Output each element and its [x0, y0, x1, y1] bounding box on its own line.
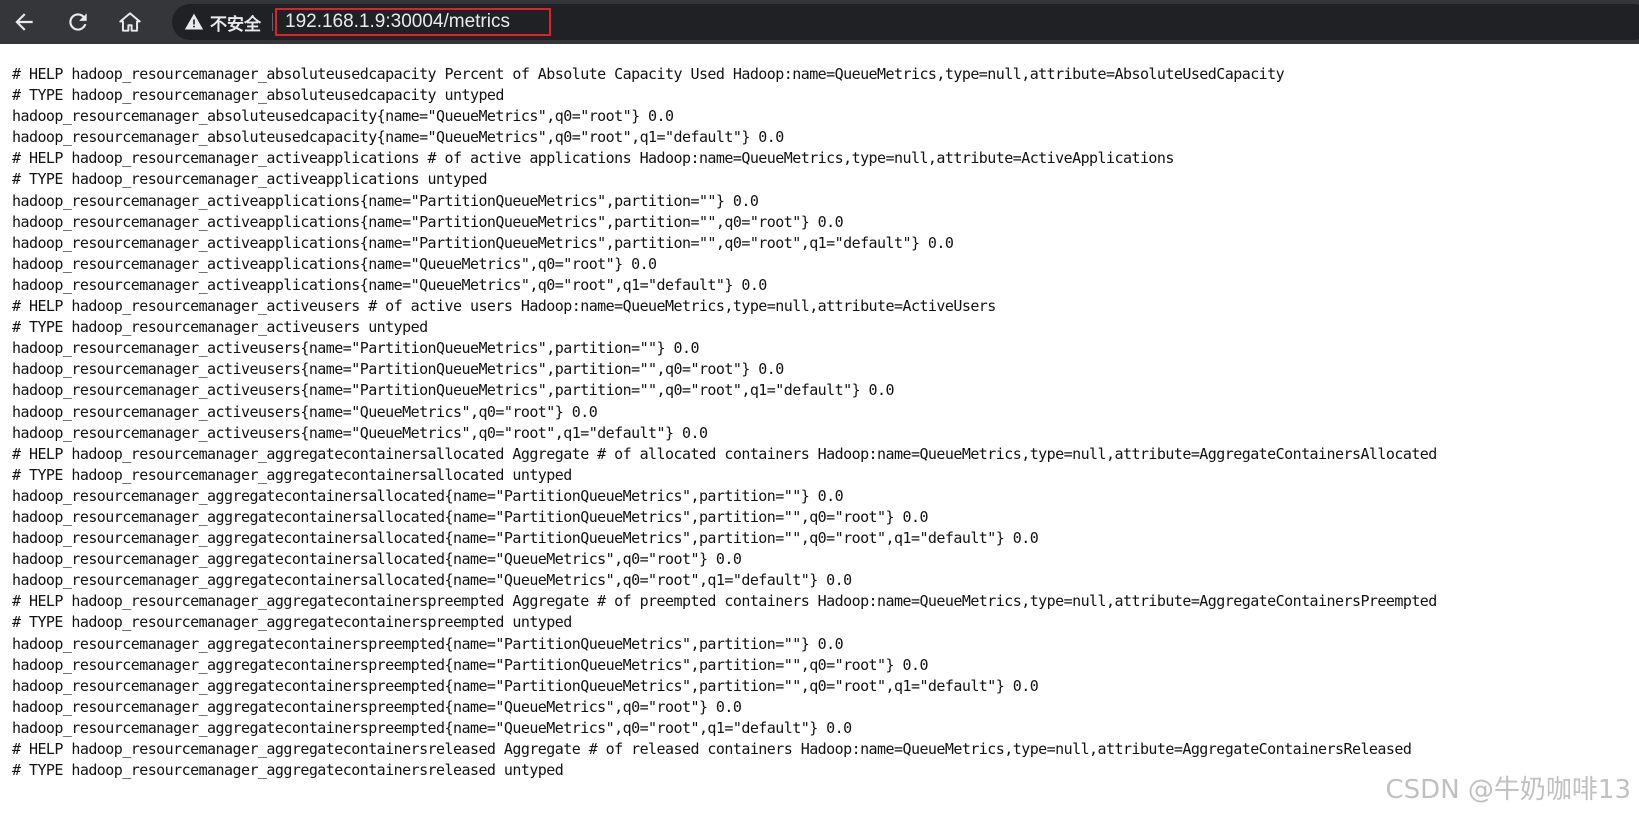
metric-line: # TYPE hadoop_resourcemanager_activeappl…	[12, 170, 487, 189]
metric-line: hadoop_resourcemanager_aggregatecontaine…	[12, 507, 928, 526]
reload-icon	[69, 13, 87, 31]
metric-line: hadoop_resourcemanager_aggregatecontaine…	[12, 571, 852, 590]
metric-line: hadoop_resourcemanager_aggregatecontaine…	[12, 550, 742, 569]
omnibox-divider	[272, 13, 273, 31]
metric-line: hadoop_resourcemanager_activeapplication…	[12, 212, 844, 231]
metric-line: hadoop_resourcemanager_aggregatecontaine…	[12, 718, 852, 737]
page-content: # HELP hadoop_resourcemanager_absoluteus…	[0, 44, 1639, 814]
url-field[interactable]: 192.168.1.9:30004/metrics	[275, 8, 551, 36]
home-icon	[119, 12, 141, 32]
metric-line: hadoop_resourcemanager_activeapplication…	[12, 233, 954, 252]
metric-line: # TYPE hadoop_resourcemanager_aggregatec…	[12, 465, 572, 484]
metric-line: # HELP hadoop_resourcemanager_aggregatec…	[12, 592, 1437, 611]
metric-line: # HELP hadoop_resourcemanager_absoluteus…	[12, 65, 1285, 83]
home-button[interactable]	[112, 4, 148, 40]
metric-line: # HELP hadoop_resourcemanager_aggregatec…	[12, 444, 1437, 463]
metric-line: # TYPE hadoop_resourcemanager_activeuser…	[12, 318, 428, 337]
metric-line: hadoop_resourcemanager_activeusers{name=…	[12, 423, 708, 442]
metrics-text: # HELP hadoop_resourcemanager_absoluteus…	[12, 64, 1437, 781]
metric-line: hadoop_resourcemanager_absoluteusedcapac…	[12, 107, 674, 126]
metric-line: hadoop_resourcemanager_activeapplication…	[12, 191, 759, 210]
metric-line: # TYPE hadoop_resourcemanager_absoluteus…	[12, 86, 504, 105]
metric-line: hadoop_resourcemanager_aggregatecontaine…	[12, 529, 1039, 548]
metric-line: hadoop_resourcemanager_activeusers{name=…	[12, 360, 784, 379]
security-label: 不安全	[210, 14, 261, 35]
metric-line: # HELP hadoop_resourcemanager_aggregatec…	[12, 740, 1412, 758]
metric-line: hadoop_resourcemanager_aggregatecontaine…	[12, 486, 844, 505]
metric-line: hadoop_resourcemanager_activeusers{name=…	[12, 339, 700, 358]
watermark: CSDN @牛奶咖啡13	[1385, 775, 1631, 805]
warning-triangle-icon	[184, 13, 204, 30]
browser-toolbar: 不安全 192.168.1.9:30004/metrics	[0, 0, 1639, 44]
address-bar[interactable]: 不安全 192.168.1.9:30004/metrics	[172, 4, 1639, 40]
metric-line: hadoop_resourcemanager_activeusers{name=…	[12, 402, 598, 421]
metric-line: hadoop_resourcemanager_aggregatecontaine…	[12, 697, 742, 716]
metric-line: hadoop_resourcemanager_aggregatecontaine…	[12, 634, 844, 653]
metric-line: hadoop_resourcemanager_aggregatecontaine…	[12, 655, 928, 674]
security-indicator[interactable]: 不安全	[184, 10, 261, 35]
metric-line: # TYPE hadoop_resourcemanager_aggregatec…	[12, 761, 564, 780]
metric-line: # TYPE hadoop_resourcemanager_aggregatec…	[12, 613, 572, 632]
metric-line: hadoop_resourcemanager_aggregatecontaine…	[12, 676, 1039, 695]
metric-line: # HELP hadoop_resourcemanager_activeuser…	[12, 297, 996, 316]
back-button[interactable]	[6, 4, 42, 40]
back-arrow-icon	[15, 13, 33, 31]
metric-line: hadoop_resourcemanager_activeusers{name=…	[12, 381, 895, 400]
metric-line: # HELP hadoop_resourcemanager_activeappl…	[12, 149, 1174, 168]
metric-line: hadoop_resourcemanager_activeapplication…	[12, 254, 657, 273]
metric-line: hadoop_resourcemanager_activeapplication…	[12, 275, 767, 294]
reload-button[interactable]	[60, 4, 96, 40]
metric-line: hadoop_resourcemanager_absoluteusedcapac…	[12, 128, 784, 147]
